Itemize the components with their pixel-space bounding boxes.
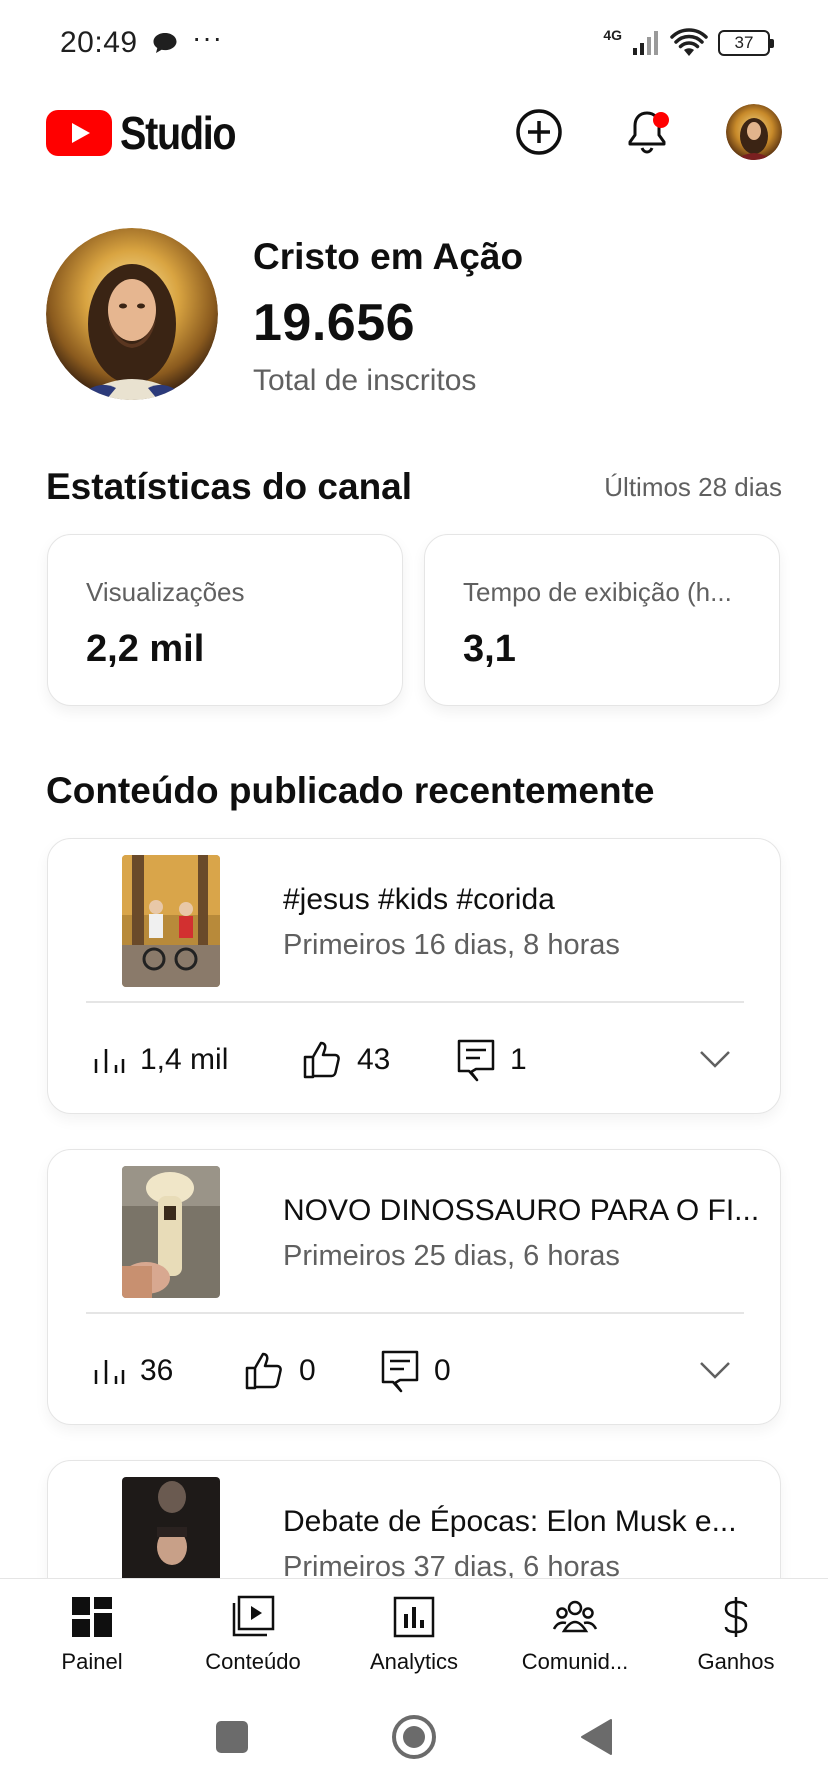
community-icon bbox=[551, 1593, 599, 1641]
notification-dot bbox=[653, 112, 669, 128]
divider bbox=[86, 1312, 744, 1314]
dashboard-icon bbox=[68, 1593, 116, 1641]
square-icon bbox=[216, 1721, 248, 1753]
kids-bikes-thumbnail-icon bbox=[122, 855, 220, 987]
comments-metric: 0 bbox=[380, 1346, 451, 1396]
likes-metric: 0 bbox=[243, 1346, 316, 1396]
stat-value: 3,1 bbox=[463, 628, 516, 670]
battery-indicator: 37 bbox=[718, 30, 774, 56]
nav-label: Analytics bbox=[369, 1649, 459, 1674]
status-bar: 20:49 ··· 4G 37 bbox=[0, 0, 828, 88]
jesus-portrait-icon bbox=[726, 104, 782, 160]
bottom-navigation: Painel Conteúdo Analytics Comunid... Gan… bbox=[0, 1578, 828, 1688]
bar-chart-icon bbox=[94, 1360, 125, 1384]
video-thumbnail[interactable] bbox=[122, 855, 220, 987]
channel-name: Cristo em Ação bbox=[253, 236, 524, 277]
plus-circle-icon bbox=[516, 109, 562, 155]
triangle-back-icon bbox=[581, 1719, 612, 1755]
likes-metric: 43 bbox=[301, 1035, 390, 1085]
recents-button[interactable] bbox=[207, 1712, 257, 1762]
stat-card-views[interactable]: Visualizações 2,2 mil bbox=[47, 534, 403, 706]
nav-item-analytics[interactable]: Analytics bbox=[332, 1579, 496, 1689]
chevron-down-icon[interactable] bbox=[698, 1358, 732, 1382]
thumb-up-icon bbox=[245, 1352, 282, 1390]
comments-metric: 1 bbox=[456, 1035, 527, 1085]
channel-avatar[interactable] bbox=[46, 228, 218, 400]
stat-label: Visualizações bbox=[86, 577, 245, 607]
stat-value: 2,2 mil bbox=[86, 628, 205, 670]
nav-item-content[interactable]: Conteúdo bbox=[171, 1579, 335, 1689]
thumb-up-icon bbox=[303, 1041, 340, 1079]
logo-text: Studio bbox=[120, 107, 237, 159]
comment-icon bbox=[457, 1039, 495, 1082]
status-indicators: 4G 37 bbox=[603, 26, 774, 60]
subscriber-label: Total de inscritos bbox=[253, 364, 477, 397]
nav-item-community[interactable]: Comunid... bbox=[493, 1579, 657, 1689]
more-notifications-icon: ··· bbox=[192, 22, 223, 53]
dinosaur-toy-thumbnail-icon bbox=[122, 1166, 220, 1298]
app-bar: Studio bbox=[0, 88, 828, 178]
bar-chart-icon bbox=[94, 1049, 125, 1073]
comment-icon bbox=[381, 1350, 419, 1393]
nav-label: Ganhos bbox=[697, 1649, 775, 1674]
chat-bubble-icon bbox=[153, 33, 177, 53]
subscriber-count: 19.656 bbox=[253, 294, 416, 352]
signal-icon bbox=[633, 31, 658, 55]
divider bbox=[86, 1001, 744, 1003]
create-button[interactable] bbox=[511, 104, 567, 160]
circle-home-icon bbox=[392, 1715, 436, 1759]
nav-label: Comunid... bbox=[521, 1649, 629, 1674]
comments-value: 1 bbox=[510, 1043, 527, 1076]
views-value: 36 bbox=[140, 1354, 174, 1387]
stat-label: Tempo de exibição (h... bbox=[463, 577, 732, 607]
video-title: Debate de Épocas: Elon Musk e... bbox=[283, 1505, 737, 1538]
nav-label: Painel bbox=[61, 1649, 123, 1674]
video-card[interactable]: NOVO DINOSSAURO PARA O FI... Primeiros 2… bbox=[47, 1149, 781, 1425]
stats-period: Últimos 28 dias bbox=[604, 472, 782, 502]
video-thumbnail[interactable] bbox=[122, 1166, 220, 1298]
notifications-button[interactable] bbox=[619, 104, 675, 160]
nav-label: Conteúdo bbox=[205, 1649, 301, 1674]
back-button[interactable] bbox=[571, 1712, 621, 1762]
likes-value: 0 bbox=[299, 1354, 316, 1387]
account-avatar[interactable] bbox=[726, 104, 782, 160]
likes-value: 43 bbox=[357, 1043, 391, 1076]
views-metric: 1,4 mil bbox=[92, 1035, 228, 1085]
video-title: NOVO DINOSSAURO PARA O FI... bbox=[283, 1194, 760, 1227]
wifi-icon bbox=[670, 28, 708, 56]
nav-item-earnings[interactable]: Ganhos bbox=[654, 1579, 818, 1689]
home-button[interactable] bbox=[389, 1712, 439, 1762]
comments-value: 0 bbox=[434, 1354, 451, 1387]
video-card[interactable]: #jesus #kids #corida Primeiros 16 dias, … bbox=[47, 838, 781, 1114]
content-icon bbox=[229, 1593, 277, 1641]
analytics-icon bbox=[390, 1593, 438, 1641]
video-title: #jesus #kids #corida bbox=[283, 883, 555, 916]
system-navigation bbox=[0, 1688, 828, 1792]
nav-item-dashboard[interactable]: Painel bbox=[10, 1579, 174, 1689]
views-value: 1,4 mil bbox=[140, 1043, 229, 1076]
youtube-play-icon bbox=[46, 110, 112, 156]
stats-title: Estatísticas do canal bbox=[46, 466, 413, 507]
stat-card-watch-time[interactable]: Tempo de exibição (h... 3,1 bbox=[424, 534, 780, 706]
recent-content-title: Conteúdo publicado recentemente bbox=[46, 770, 655, 811]
status-time: 20:49 bbox=[60, 26, 138, 59]
video-period: Primeiros 16 dias, 8 horas bbox=[283, 929, 620, 961]
video-period: Primeiros 25 dias, 6 horas bbox=[283, 1240, 620, 1272]
network-type: 4G bbox=[603, 27, 622, 43]
views-metric: 36 bbox=[92, 1346, 173, 1396]
chevron-down-icon[interactable] bbox=[698, 1047, 732, 1071]
jesus-portrait-icon bbox=[46, 228, 218, 400]
dollar-icon bbox=[712, 1593, 760, 1641]
youtube-studio-logo[interactable]: Studio bbox=[46, 106, 254, 160]
